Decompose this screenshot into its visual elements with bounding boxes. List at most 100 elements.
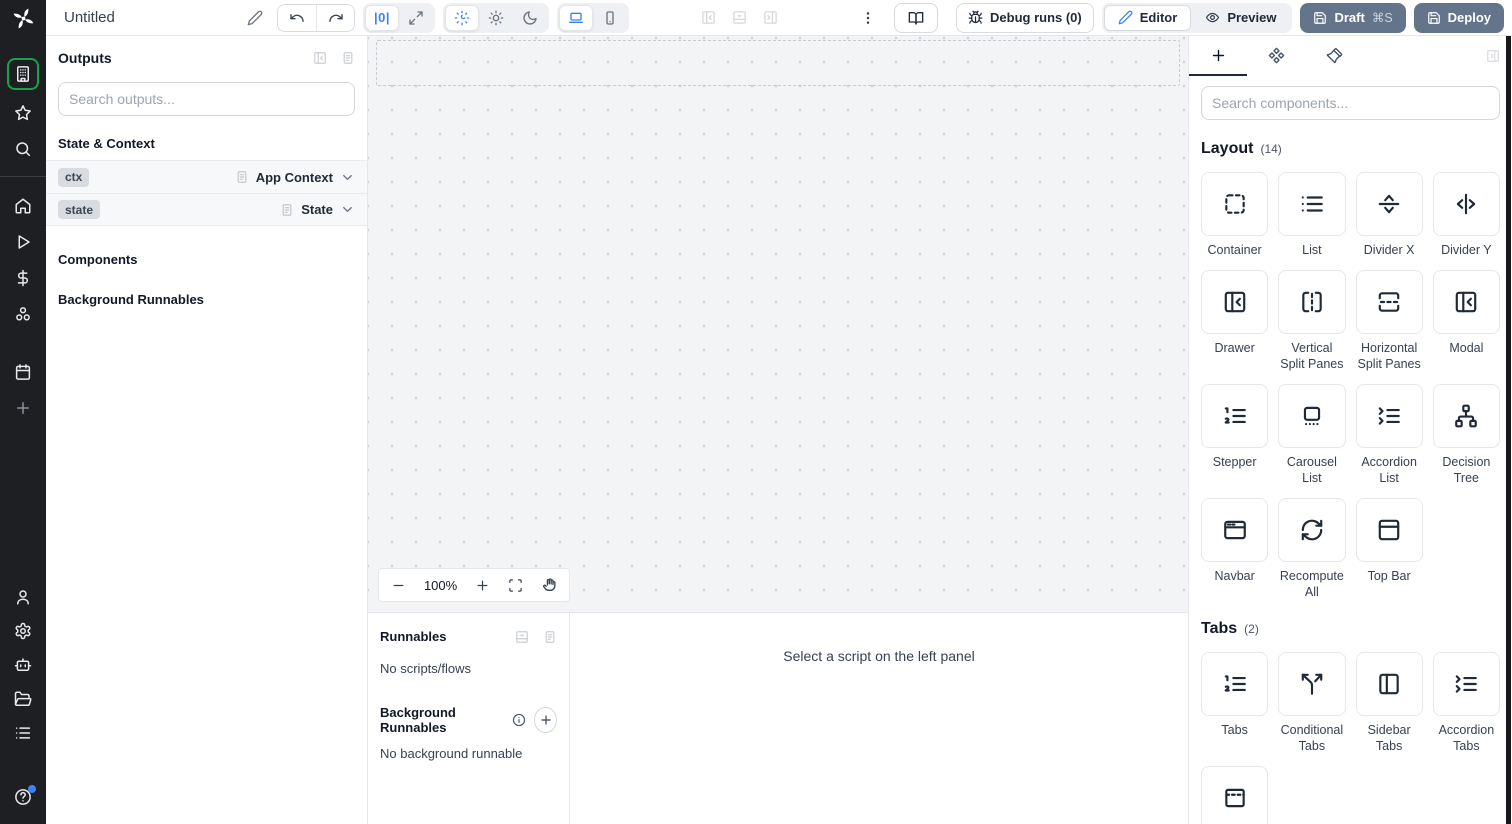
component-card-label: Divider Y (1441, 243, 1492, 257)
redo-button[interactable] (316, 4, 355, 31)
windmill-logo[interactable] (0, 0, 46, 36)
component-card-stepper[interactable]: Stepper (1201, 384, 1269, 486)
expand-canvas-button[interactable] (399, 5, 433, 31)
sidebar-item-settings[interactable] (14, 622, 32, 640)
search-components-input[interactable] (1201, 86, 1500, 120)
sidebar-item-resources[interactable] (14, 305, 32, 323)
component-grid: Container List Divider X Divider Y Drawer Ver… (1201, 172, 1500, 600)
collapse-right-panel-icon[interactable] (1486, 49, 1500, 63)
deploy-button[interactable]: Deploy (1413, 2, 1504, 33)
sidebar-item-plus[interactable] (14, 399, 32, 417)
component-card-divider-x[interactable]: Divider X (1355, 172, 1423, 258)
maximize-icon (408, 10, 424, 26)
theme-auto-button[interactable] (445, 4, 480, 31)
mobile-view-button[interactable] (593, 5, 627, 31)
draft-button[interactable]: Draft ⌘S (1300, 2, 1406, 33)
sidebar-item-apps[interactable] (7, 58, 39, 90)
tab-insert-component[interactable] (1189, 36, 1247, 76)
collapse-panel-icon[interactable] (313, 51, 327, 65)
info-icon[interactable] (512, 713, 526, 727)
pan-mode-button[interactable] (541, 577, 557, 593)
component-card-accordion-tabs[interactable]: Accordion Tabs (1432, 652, 1500, 754)
sidebar-item-variables[interactable] (14, 269, 32, 287)
panel-right-toggle-icon[interactable] (763, 10, 778, 25)
editor-tab[interactable]: Editor (1103, 4, 1192, 31)
components-panel: Layout (14) Container List Divider X Divider … (1188, 36, 1512, 824)
sidebar-item-home[interactable] (14, 197, 32, 215)
search-outputs-input[interactable] (58, 82, 355, 116)
sidebar-item-logs[interactable] (14, 724, 32, 742)
section-count: (14) (1260, 142, 1282, 156)
doc-icon[interactable] (341, 51, 355, 65)
doc-icon[interactable] (543, 630, 557, 644)
user-icon (14, 588, 32, 606)
recompute-icon (1299, 517, 1325, 543)
output-row-ctx[interactable]: ctx App Context (46, 160, 367, 193)
fit-view-button[interactable] (508, 578, 523, 593)
chevron-down-icon[interactable] (340, 170, 355, 185)
zoom-toolbar: 100% (378, 568, 570, 602)
smartphone-icon (602, 10, 618, 26)
component-card-container[interactable]: Container (1201, 172, 1269, 258)
section-heading: Layout (14) (1201, 140, 1500, 158)
component-card-modal[interactable]: Modal (1432, 270, 1500, 372)
theme-light-button[interactable] (479, 5, 513, 31)
component-card-sidebar-tabs[interactable]: Sidebar Tabs (1355, 652, 1423, 754)
output-row-state[interactable]: state State (46, 193, 367, 226)
component-card-accordion-list[interactable]: Accordion List (1355, 384, 1423, 486)
chevron-down-icon[interactable] (340, 202, 355, 217)
component-card-conditional-tabs[interactable]: Conditional Tabs (1278, 652, 1346, 754)
canvas-drop-zone[interactable] (376, 40, 1180, 86)
list-icon (1299, 191, 1325, 217)
component-card-carousel-list[interactable]: Carousel List (1278, 384, 1346, 486)
component-card-partial[interactable] (1201, 766, 1269, 824)
theme-dark-button[interactable] (513, 5, 547, 31)
component-card-vertical-split-panes[interactable]: Vertical Split Panes (1278, 270, 1346, 372)
runnables-title: Runnables (380, 629, 447, 644)
tab-component-settings[interactable] (1247, 36, 1305, 76)
right-panel-scrollbar[interactable] (1506, 36, 1511, 824)
component-card-decision-tree[interactable]: Decision Tree (1432, 384, 1500, 486)
zoom-in-button[interactable] (475, 578, 490, 593)
component-card-navbar[interactable]: Navbar (1201, 498, 1269, 600)
component-card-divider-y[interactable]: Divider Y (1432, 172, 1500, 258)
component-card-tabs[interactable]: Tabs (1201, 652, 1269, 754)
exact-width-button[interactable]: |0| (365, 4, 400, 31)
component-card-horizontal-split-panes[interactable]: Horizontal Split Panes (1355, 270, 1423, 372)
sidebar-item-workers[interactable] (14, 656, 32, 674)
section-title: Layout (1201, 140, 1254, 157)
zoom-out-button[interactable] (391, 578, 406, 593)
preview-tab[interactable]: Preview (1191, 5, 1290, 31)
collapse-panel-icon[interactable] (515, 630, 529, 644)
sidebar-item-schedules[interactable] (14, 363, 32, 381)
tab-styling[interactable] (1305, 36, 1363, 76)
sidebar-item-help[interactable] (14, 785, 36, 806)
sidebar-item-runs[interactable] (14, 233, 32, 251)
sun-icon (488, 10, 504, 26)
component-card-list[interactable]: List (1278, 172, 1346, 258)
more-menu-button[interactable] (860, 10, 876, 26)
panel-bottom-toggle-icon[interactable] (732, 10, 747, 25)
plus-icon (475, 578, 490, 593)
add-background-runnable-button[interactable] (534, 707, 557, 733)
sidebar-item-search[interactable] (14, 140, 32, 158)
app-canvas[interactable]: 100% (368, 36, 1188, 612)
component-card-recompute-all[interactable]: Recompute All (1278, 498, 1346, 600)
docs-button[interactable] (894, 2, 939, 33)
panel-left-toggle-icon[interactable] (701, 10, 716, 25)
desktop-view-button[interactable] (559, 4, 594, 31)
carousel-icon (1299, 403, 1325, 429)
output-type-label: State (301, 202, 333, 217)
app-title[interactable]: Untitled (64, 9, 115, 26)
sidebar-item-folders[interactable] (14, 690, 32, 708)
undo-button[interactable] (278, 4, 317, 31)
component-card-top-bar[interactable]: Top Bar (1355, 498, 1423, 600)
sidebar-item-star[interactable] (14, 104, 32, 122)
vertical-split-icon (1299, 289, 1325, 315)
sidebar-item-user[interactable] (14, 588, 32, 606)
state-context-rows: ctx App Context state State (46, 160, 367, 226)
select-script-hint: Select a script on the left panel (783, 648, 975, 664)
component-card-drawer[interactable]: Drawer (1201, 270, 1269, 372)
debug-runs-button[interactable]: Debug runs (0) (956, 2, 1094, 33)
rename-app-button[interactable] (247, 10, 263, 26)
